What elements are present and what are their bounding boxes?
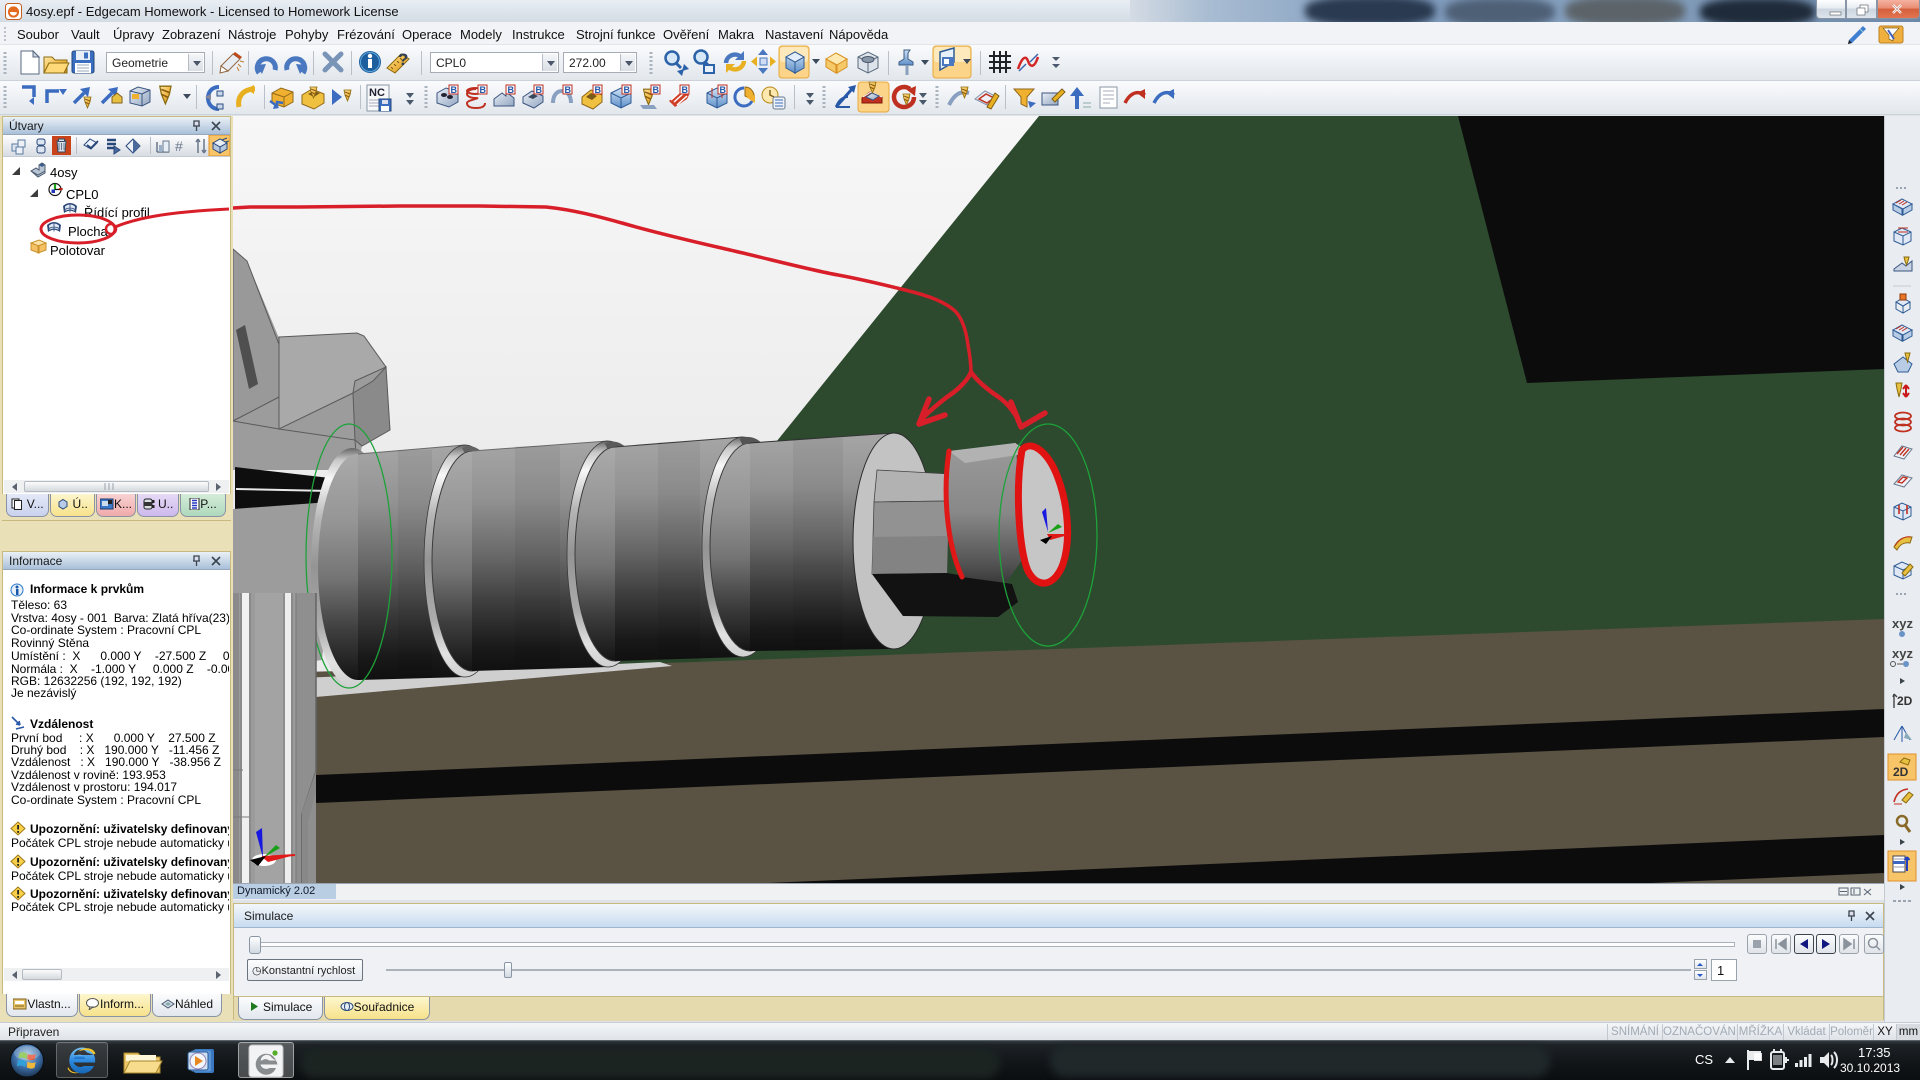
svg-text:?: ? (398, 50, 408, 69)
svg-text:xyz: xyz (1892, 616, 1913, 631)
svg-text:#: # (175, 138, 183, 154)
svg-text:NC: NC (369, 87, 385, 99)
svg-text:xyz: xyz (1892, 646, 1913, 661)
svg-text:2D: 2D (1897, 694, 1913, 708)
svg-text:2D: 2D (1893, 765, 1909, 779)
